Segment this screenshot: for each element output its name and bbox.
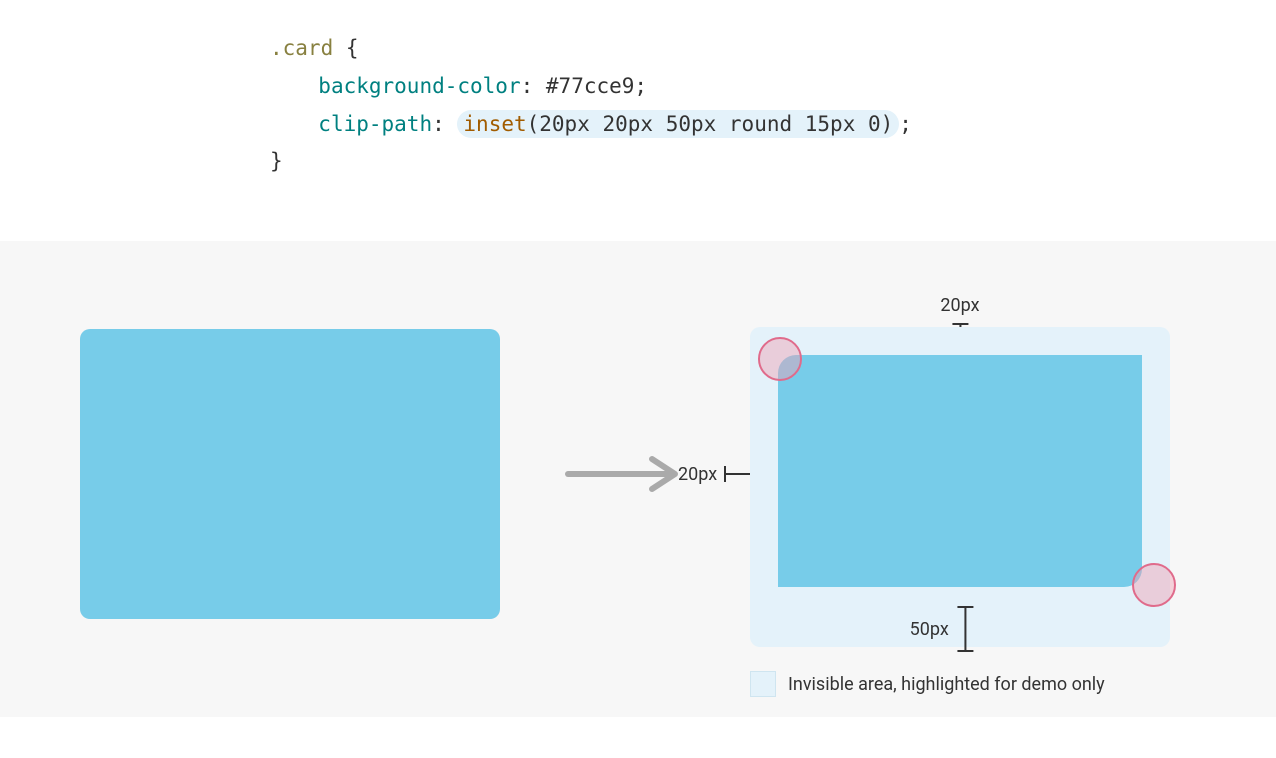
token-colon: : [432, 112, 445, 136]
bracket-horizontal-icon [723, 463, 753, 485]
bracket-vertical-large-icon [955, 605, 977, 653]
dimension-left: 20px [678, 463, 753, 485]
token-prop-bgcolor: background-color [318, 74, 520, 98]
card-after-wrapper: 20px 20px 50px [750, 301, 1170, 647]
token-selector: .card [270, 36, 333, 60]
token-colon: : [521, 74, 534, 98]
arrow-icon [560, 449, 690, 499]
code-line-close: } [270, 143, 1276, 181]
token-semicolon: ; [899, 112, 912, 136]
highlighted-value: inset(20px 20px 50px round 15px 0) [457, 110, 899, 138]
token-fn-name: inset [463, 112, 526, 136]
card-after-outer: 50px [750, 327, 1170, 647]
dimension-bottom: 50px [910, 605, 977, 653]
dimension-top-text: 20px [940, 295, 979, 316]
token-close-brace: } [270, 149, 283, 173]
dimension-left-text: 20px [678, 464, 717, 485]
code-line-bgcolor: background-color: #77cce9; [270, 68, 1276, 106]
corner-marker-top-left [758, 337, 802, 381]
token-prop-clippath: clip-path [318, 112, 432, 136]
legend-text: Invisible area, highlighted for demo onl… [788, 674, 1105, 695]
code-line-clippath: clip-path: inset(20px 20px 50px round 15… [270, 106, 1276, 144]
demo-area: 20px 20px 50px [0, 241, 1276, 717]
dimension-bottom-text: 50px [910, 619, 949, 640]
card-before [80, 329, 500, 619]
legend-swatch [750, 671, 776, 697]
token-fn-args: (20px 20px 50px round 15px 0) [527, 112, 894, 136]
code-line-selector: .card { [270, 30, 1276, 68]
card-after-inner [778, 355, 1142, 587]
token-semicolon: ; [634, 74, 647, 98]
token-hex-value: #77cce9 [546, 74, 635, 98]
legend: Invisible area, highlighted for demo onl… [750, 671, 1105, 697]
corner-marker-bottom-right [1132, 563, 1176, 607]
token-open-brace: { [346, 36, 359, 60]
code-block: .card { background-color: #77cce9; clip-… [0, 0, 1276, 241]
